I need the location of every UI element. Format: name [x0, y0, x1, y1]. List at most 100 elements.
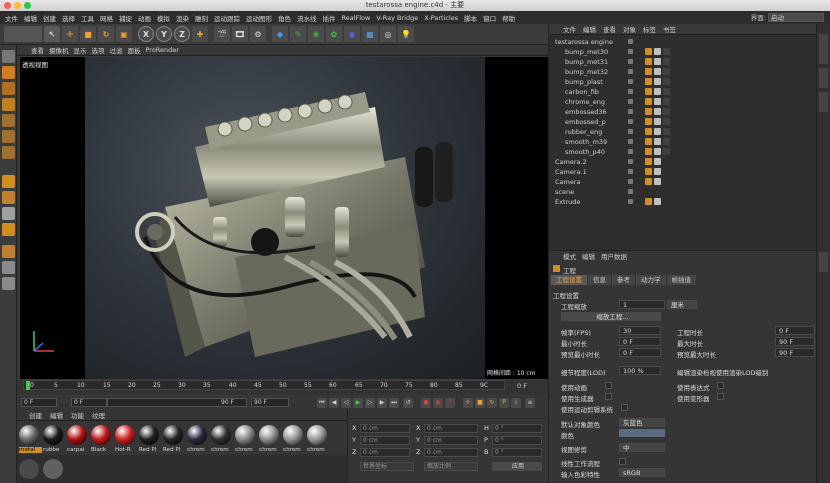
- coord-mode-dropdown[interactable]: 世界坐标: [360, 462, 414, 471]
- material-menu-function[interactable]: 功能: [71, 410, 84, 420]
- light-icon[interactable]: 💡: [398, 26, 414, 42]
- tag-icon[interactable]: [645, 158, 652, 165]
- play-button[interactable]: ▶: [353, 398, 363, 408]
- material-swatch[interactable]: [211, 425, 231, 445]
- attr-menu-userdata[interactable]: 用户数据: [601, 251, 627, 261]
- texture-mode-icon[interactable]: [2, 82, 15, 95]
- y-axis-lock-button[interactable]: Y: [156, 26, 172, 42]
- visibility-icon[interactable]: [628, 179, 633, 184]
- object-menu-bookmarks[interactable]: 书签: [663, 24, 676, 34]
- tab-dynamics[interactable]: 动力学: [636, 275, 667, 285]
- timeline[interactable]: 0 5 10 15 20 25 30 35 40 45 50 55 60 65 …: [17, 380, 548, 395]
- view-clipping-dropdown[interactable]: 中: [619, 443, 665, 452]
- viewport-menu-prorender[interactable]: ProRender: [146, 46, 179, 54]
- visibility-icon[interactable]: [628, 139, 633, 144]
- use-generators-checkbox[interactable]: [605, 393, 612, 400]
- preview-min-field[interactable]: 0 F: [619, 348, 661, 357]
- tag-icon[interactable]: [645, 148, 652, 155]
- menu-item-animate[interactable]: 动画: [138, 13, 151, 23]
- select-arrow-icon[interactable]: ↖: [44, 26, 60, 42]
- visibility-icon[interactable]: [628, 109, 633, 114]
- object-row[interactable]: bump_met30: [549, 47, 817, 57]
- tag-icon[interactable]: [663, 148, 670, 155]
- tag-icon[interactable]: [654, 108, 661, 115]
- max-time-field[interactable]: 90 F: [775, 337, 815, 346]
- array-icon[interactable]: ✿: [326, 26, 342, 42]
- side-tab[interactable]: [819, 68, 828, 88]
- object-row[interactable]: smooth_m39: [549, 137, 817, 147]
- coord-p-rotation[interactable]: 0 °: [492, 436, 542, 445]
- start-frame-field[interactable]: 0 F: [71, 398, 107, 407]
- object-row[interactable]: carbon_fib: [549, 87, 817, 97]
- tag-icon[interactable]: [654, 58, 661, 65]
- x-axis-lock-button[interactable]: X: [138, 26, 154, 42]
- z-axis-lock-button[interactable]: Z: [174, 26, 190, 42]
- object-row[interactable]: Camera.1: [549, 167, 817, 177]
- material-swatch[interactable]: [163, 425, 183, 445]
- apply-button[interactable]: 应用: [492, 462, 542, 471]
- tag-icon[interactable]: [663, 118, 670, 125]
- tag-icon[interactable]: [645, 68, 652, 75]
- visibility-icon[interactable]: [628, 99, 633, 104]
- spline-pen-icon[interactable]: ✎: [290, 26, 306, 42]
- menu-item-plugins[interactable]: 插件: [323, 13, 336, 23]
- viewport-scene[interactable]: [85, 57, 485, 379]
- menu-item-help[interactable]: 帮助: [502, 13, 515, 23]
- tag-icon[interactable]: [663, 128, 670, 135]
- tag-icon[interactable]: [663, 78, 670, 85]
- project-time-field[interactable]: 0 F: [775, 326, 815, 335]
- input-color-profile-dropdown[interactable]: sRGB: [619, 468, 665, 477]
- tag-icon[interactable]: [645, 88, 652, 95]
- tag-icon[interactable]: [654, 68, 661, 75]
- tag-icon[interactable]: [654, 78, 661, 85]
- fps-field[interactable]: 30: [619, 326, 661, 335]
- tag-icon[interactable]: [645, 78, 652, 85]
- menu-item-select[interactable]: 选择: [62, 13, 75, 23]
- lod-field[interactable]: 100 %: [619, 366, 661, 375]
- tweak-mode-icon[interactable]: [2, 191, 15, 204]
- tab-key-interpolation[interactable]: 帧插值: [666, 275, 697, 285]
- object-menu-view[interactable]: 查看: [603, 24, 616, 34]
- material-swatch[interactable]: [187, 425, 207, 445]
- tag-icon[interactable]: [654, 88, 661, 95]
- object-row[interactable]: Extrude: [549, 197, 817, 207]
- viewport-menu-display[interactable]: 显示: [74, 45, 87, 55]
- menu-item-script[interactable]: 脚本: [464, 13, 477, 23]
- layout-dropdown[interactable]: 启动: [768, 12, 824, 22]
- tag-icon[interactable]: [645, 118, 652, 125]
- material-swatch[interactable]: [43, 425, 63, 445]
- key-scale-button[interactable]: ■: [475, 398, 485, 408]
- visibility-icon[interactable]: [628, 79, 633, 84]
- rotate-icon[interactable]: ↻: [98, 26, 114, 42]
- object-row[interactable]: rubber_eng: [549, 127, 817, 137]
- menu-item-sculpt[interactable]: 雕刻: [195, 13, 208, 23]
- object-row[interactable]: testarossa engine: [549, 37, 817, 47]
- visibility-icon[interactable]: [628, 89, 633, 94]
- default-color-dropdown[interactable]: 灰蓝色: [619, 418, 665, 427]
- material-swatch[interactable]: [259, 425, 279, 445]
- tag-icon[interactable]: [654, 48, 661, 55]
- material-swatch[interactable]: [19, 459, 39, 479]
- min-time-field[interactable]: 0 F: [619, 337, 661, 346]
- prev-key-button[interactable]: ◀: [329, 398, 339, 408]
- material-swatch[interactable]: [283, 425, 303, 445]
- object-menu-edit[interactable]: 编辑: [583, 24, 596, 34]
- scale-icon[interactable]: ■: [80, 26, 96, 42]
- material-swatch[interactable]: [43, 459, 63, 479]
- menu-item-pipeline[interactable]: 流水线: [297, 13, 317, 23]
- viewport-menu-filter[interactable]: 过滤: [110, 45, 123, 55]
- key-rotation-button[interactable]: ↻: [487, 398, 497, 408]
- visibility-icon[interactable]: [628, 49, 633, 54]
- tag-icon[interactable]: [654, 118, 661, 125]
- attr-menu-edit[interactable]: 编辑: [582, 251, 595, 261]
- tag-icon[interactable]: [663, 88, 670, 95]
- tag-icon[interactable]: [663, 48, 670, 55]
- recent-tool-icon[interactable]: ▣: [116, 26, 132, 42]
- solo-icon[interactable]: [2, 223, 15, 236]
- goto-end-button[interactable]: ⏭: [389, 398, 399, 408]
- viewport-menu-cameras[interactable]: 摄像机: [49, 45, 69, 55]
- cube-icon[interactable]: ◆: [272, 26, 288, 42]
- axis-mode-icon[interactable]: [2, 175, 15, 188]
- tag-icon[interactable]: [654, 148, 661, 155]
- use-expressions-checkbox[interactable]: [717, 382, 724, 389]
